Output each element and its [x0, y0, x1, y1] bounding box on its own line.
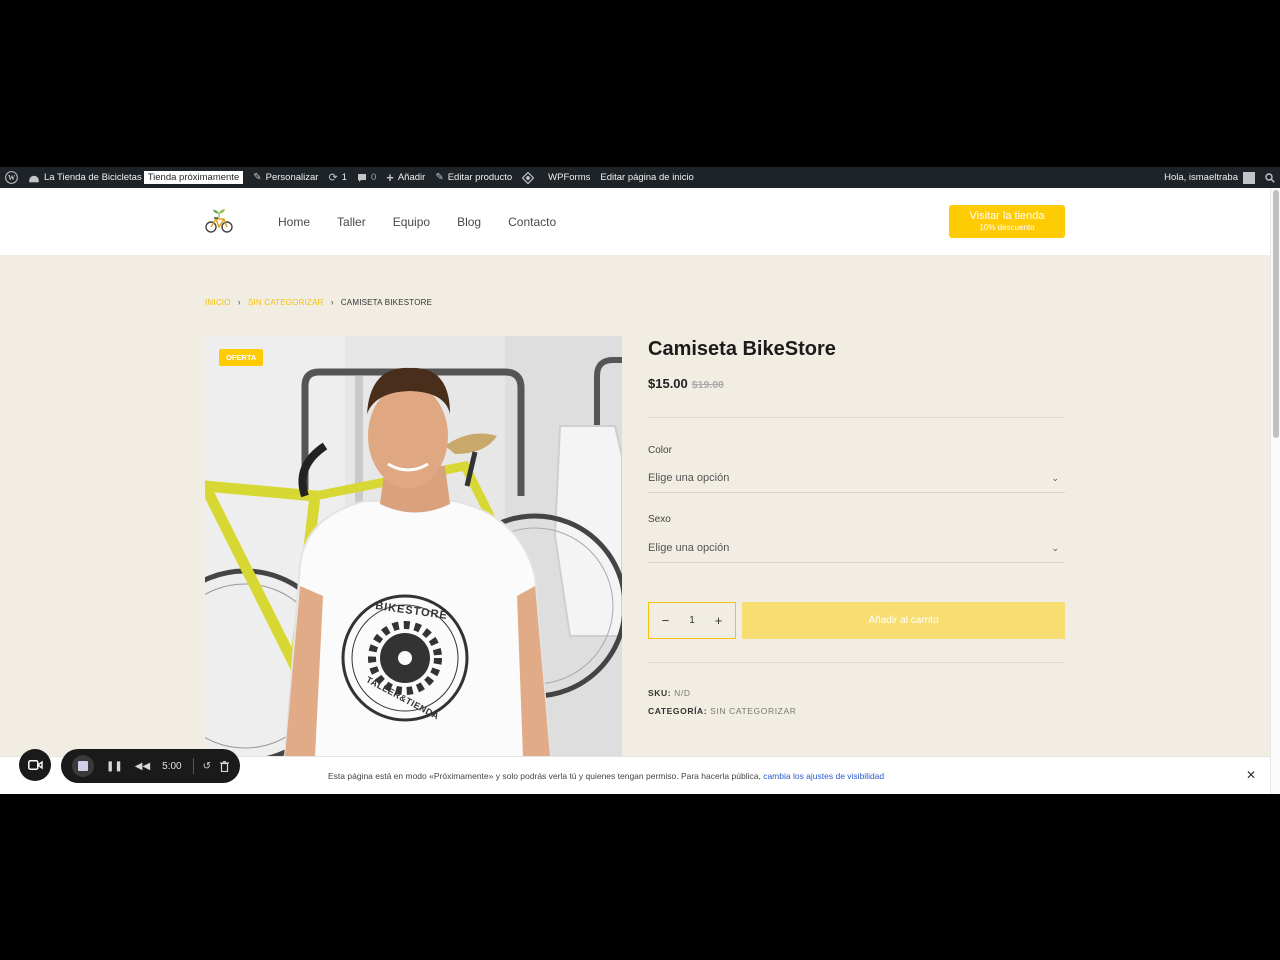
main-nav: Home Taller Equipo Blog Contacto [278, 188, 583, 255]
brush-icon: ✎ [253, 172, 262, 183]
wpforms-icon [522, 171, 535, 184]
nav-item-blog[interactable]: Blog [457, 215, 481, 229]
nav-item-taller[interactable]: Taller [337, 215, 366, 229]
wpforms-link[interactable]: WPForms [517, 167, 595, 188]
breadcrumb-home[interactable]: INICIO [205, 298, 231, 307]
visit-store-label: Visitar la tienda [969, 210, 1045, 222]
product-photo [205, 336, 622, 757]
add-new-label: Añadir [397, 172, 426, 183]
avatar [1243, 171, 1255, 184]
divider [192, 758, 194, 774]
chevron-down-icon: ⌄ [1051, 542, 1059, 553]
sex-select[interactable]: Elige una opción ⌄ [648, 534, 1065, 563]
notice-message: Esta página está en modo «Próximamente» … [328, 771, 761, 781]
color-label: Color [648, 445, 672, 456]
pencil-icon: ✎ [435, 172, 444, 183]
breadcrumb-current: CAMISETA BIKESTORE [340, 297, 433, 307]
comments-count: 0 [370, 172, 377, 183]
product-image[interactable]: OFERTA BIKESTORE TALLER&TIENDA [205, 336, 622, 757]
nav-item-home[interactable]: Home [278, 215, 310, 229]
wpforms-label: WPForms [548, 172, 591, 183]
coming-soon-badge[interactable]: Tienda próximamente [143, 171, 244, 184]
sale-badge: OFERTA [219, 349, 264, 366]
site-header: Home Taller Equipo Blog Contacto Visitar… [0, 188, 1270, 255]
search-icon [1265, 172, 1275, 183]
sex-select-value: Elige una opción [648, 542, 730, 554]
nav-item-contacto[interactable]: Contacto [508, 215, 556, 229]
svg-text:W: W [8, 174, 16, 182]
quantity-stepper: − 1 + [648, 602, 736, 639]
close-icon[interactable]: ✕ [1246, 768, 1256, 782]
stop-icon [78, 761, 88, 771]
browser-viewport: W La Tienda de Bicicletas Tienda próxima… [0, 167, 1280, 794]
admin-search[interactable] [1260, 167, 1280, 188]
greeting: Hola, ismaeltraba [1164, 172, 1238, 183]
chevron-down-icon: ⌄ [1051, 472, 1059, 483]
video-camera-icon [27, 760, 43, 770]
category-meta: CATEGORÍA: SIN CATEGORIZAR [648, 706, 796, 716]
edit-product-link[interactable]: ✎ Editar producto [430, 167, 517, 188]
add-to-cart-button[interactable]: Añadir al carrito [742, 602, 1065, 639]
divider [648, 417, 1065, 418]
increase-quantity-button[interactable]: + [710, 613, 728, 628]
wordpress-logo-icon[interactable]: W [0, 167, 23, 188]
visit-store-sublabel: 10% descuento [979, 223, 1035, 232]
breadcrumb: INICIO › SIN CATEGORIZAR › CAMISETA BIKE… [205, 297, 432, 307]
quantity-input[interactable]: 1 [689, 615, 695, 626]
admin-site-link[interactable]: La Tienda de Bicicletas Tienda próximame… [23, 167, 248, 188]
customize-label: Personalizar [265, 172, 319, 183]
visibility-settings-link[interactable]: cambia los ajustes de visibilidad [763, 771, 884, 781]
decrease-quantity-button[interactable]: − [656, 613, 674, 628]
chevron-right-icon: › [330, 297, 334, 307]
plus-icon: + [386, 170, 394, 185]
visit-store-button[interactable]: Visitar la tienda 10% descuento [949, 205, 1065, 238]
recorder-controls: ❚❚ ◀◀ 5:00 ↺ [61, 749, 240, 783]
nav-item-equipo[interactable]: Equipo [393, 215, 430, 229]
camera-button[interactable] [19, 749, 51, 781]
restart-icon[interactable]: ↺ [203, 761, 211, 772]
chevron-right-icon: › [237, 297, 241, 307]
rewind-icon[interactable]: ◀◀ [135, 761, 150, 772]
color-select-value: Elige una opción [648, 472, 730, 484]
sku-meta: SKU: N/D [648, 688, 691, 698]
product-price: $15.00 $19.00 [648, 376, 724, 391]
category-label: CATEGORÍA: [648, 706, 708, 716]
edit-product-label: Editar producto [447, 172, 513, 183]
notice-text: Esta página está en modo «Próximamente» … [328, 771, 884, 781]
bicycle-logo-icon[interactable] [204, 206, 234, 236]
scrollbar-thumb[interactable] [1273, 190, 1279, 438]
site-name: La Tienda de Bicicletas [44, 172, 142, 183]
page-scrollbar[interactable] [1270, 188, 1280, 794]
comment-icon [357, 173, 366, 182]
trash-icon[interactable] [220, 760, 230, 772]
dashboard-icon [29, 175, 39, 183]
customize-link[interactable]: ✎ Personalizar [248, 167, 323, 188]
regular-price: $19.00 [691, 379, 724, 391]
category-link[interactable]: SIN CATEGORIZAR [710, 706, 796, 716]
recording-timer: 5:00 [162, 760, 182, 772]
updates-count: 1 [341, 172, 347, 183]
product-title: Camiseta BikeStore [648, 338, 836, 360]
edit-home-link[interactable]: Editar página de inicio [595, 167, 698, 188]
breadcrumb-category[interactable]: SIN CATEGORIZAR [248, 298, 324, 307]
sku-label: SKU: [648, 688, 672, 698]
color-select[interactable]: Elige una opción ⌄ [648, 464, 1065, 493]
updates-link[interactable]: ⟳ 1 [323, 167, 352, 188]
sex-label: Sexo [648, 514, 671, 525]
edit-home-label: Editar página de inicio [600, 172, 694, 183]
admin-bar: W La Tienda de Bicicletas Tienda próxima… [0, 167, 1280, 188]
account-menu[interactable]: Hola, ismaeltraba [1159, 167, 1260, 188]
comments-link[interactable]: 0 [352, 167, 381, 188]
sku-value: N/D [674, 688, 691, 698]
divider [648, 662, 1065, 663]
updates-icon: ⟳ [328, 172, 338, 184]
stop-recording-button[interactable] [72, 755, 94, 777]
pause-icon[interactable]: ❚❚ [106, 761, 123, 772]
add-new-link[interactable]: + Añadir [381, 167, 430, 188]
sale-price: $15.00 [648, 376, 688, 391]
